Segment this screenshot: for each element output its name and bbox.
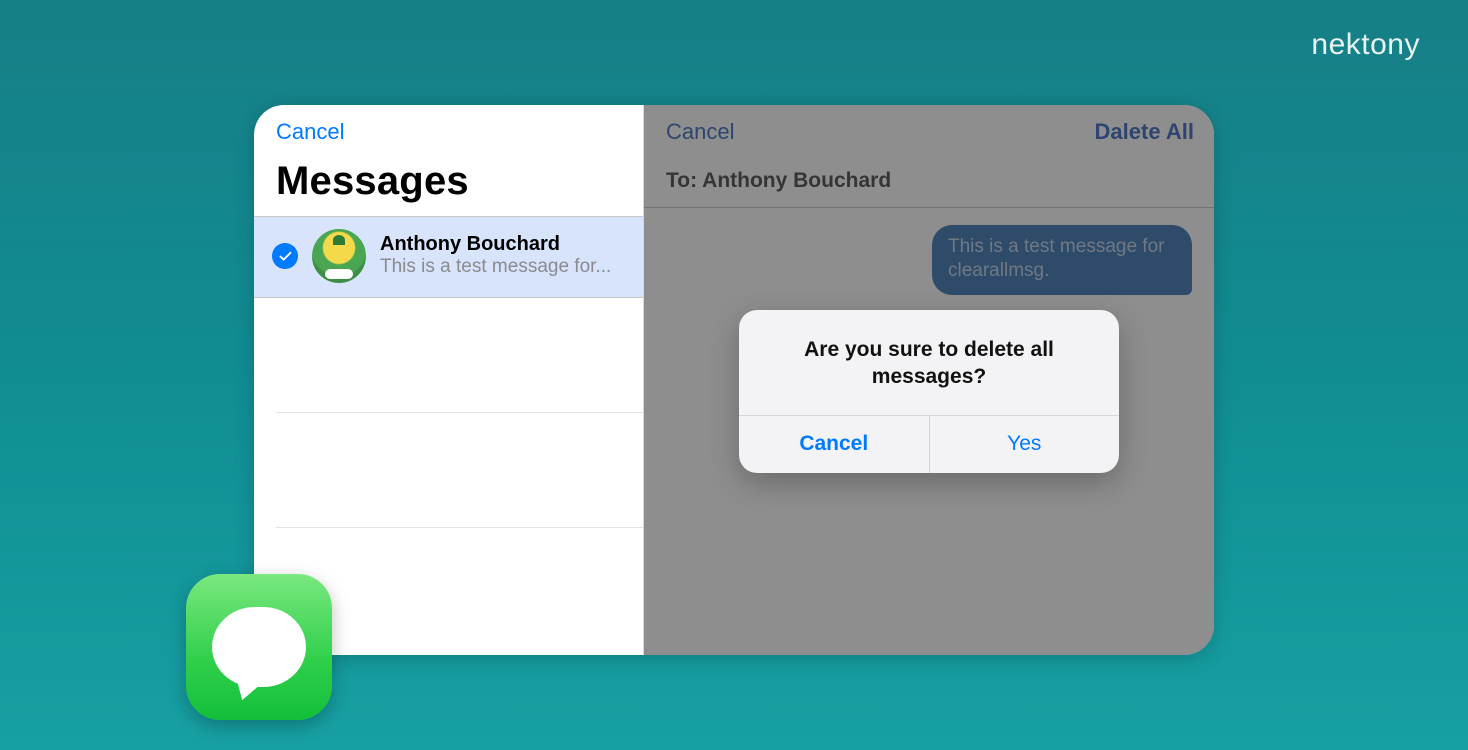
speech-bubble-icon [212,607,306,687]
conversation-row[interactable]: Anthony Bouchard This is a test message … [254,217,643,298]
conversation-list-pane: Cancel Messages Anthony Bouchard This is… [254,105,644,655]
cancel-button[interactable]: Cancel [276,119,344,144]
conversation-detail-pane: Cancel Dalete All To: Anthony Bouchard T… [644,105,1214,655]
list-item [276,298,643,413]
selected-check-icon[interactable] [272,243,298,269]
dialog-cancel-button[interactable]: Cancel [739,416,929,473]
conversation-text: Anthony Bouchard This is a test message … [380,233,627,279]
dialog-actions: Cancel Yes [739,416,1119,473]
conversation-name: Anthony Bouchard [380,233,627,256]
dialog-yes-button[interactable]: Yes [929,416,1120,473]
list-item [276,413,643,528]
page-title: Messages [254,153,643,216]
conversation-preview: This is a test message for... [380,256,627,279]
brand-logo: nektony [1311,28,1420,62]
messages-window: Cancel Messages Anthony Bouchard This is… [254,105,1214,655]
confirm-dialog: Are you sure to delete all messages? Can… [739,310,1119,473]
avatar [312,229,366,283]
left-header: Cancel [254,105,643,153]
dialog-message: Are you sure to delete all messages? [739,310,1119,416]
messages-app-icon [186,574,332,720]
